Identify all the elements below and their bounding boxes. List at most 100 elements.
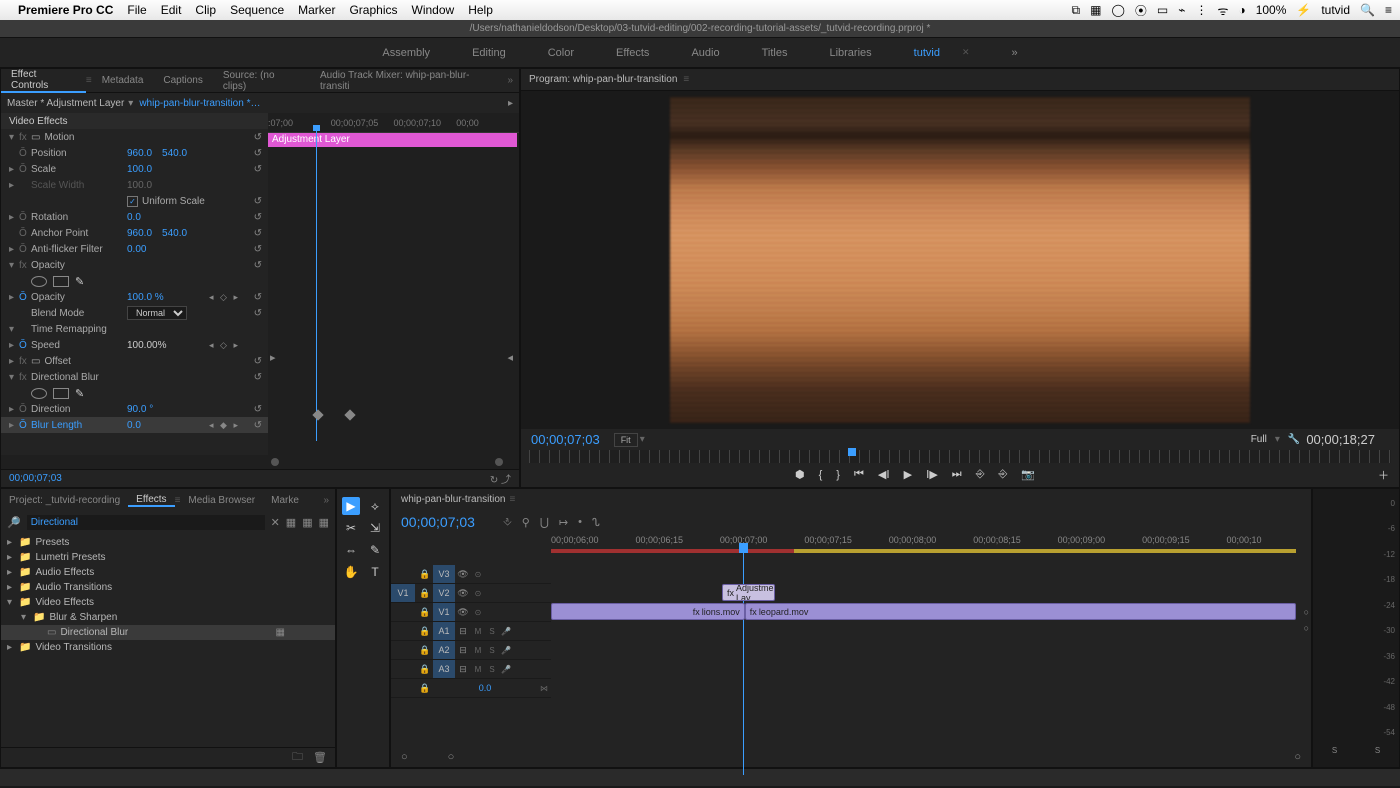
tree-presets[interactable]: ▸📁Presets — [1, 535, 335, 550]
slip-tool[interactable]: ⇔ — [342, 541, 360, 559]
track-a1[interactable]: A1 — [433, 622, 455, 640]
timeline-timecode[interactable]: 00;00;07;03 — [401, 514, 475, 530]
ws-editing[interactable]: Editing — [466, 43, 512, 63]
solo-right[interactable]: S — [1375, 746, 1380, 755]
effect-controls-timeline[interactable]: :07;00 00;00;07;05 00;00;07;10 00;00 Adj… — [268, 113, 519, 455]
status-icon[interactable]: ◯ — [1111, 3, 1124, 17]
ripple-tool[interactable]: ✂ — [342, 519, 360, 537]
motion-effect[interactable]: Motion — [44, 132, 140, 143]
bluetooth-icon[interactable]: ⋮ — [1195, 3, 1207, 17]
step-back-button[interactable]: ◀Ⅰ — [878, 468, 890, 481]
reset-icon[interactable]: ↺ — [254, 132, 262, 143]
program-tab[interactable]: Program: whip-pan-blur-transition — [529, 74, 677, 85]
wrench-icon[interactable]: ᔐ — [592, 516, 600, 529]
fx-badge-icon[interactable]: ▦ — [302, 516, 312, 529]
menu-extra-icon[interactable]: ≡ — [1385, 3, 1392, 17]
tab-captions[interactable]: Captions — [153, 75, 212, 86]
clear-search-icon[interactable]: ✕ — [271, 516, 280, 529]
tree-audio-fx[interactable]: ▸📁Audio Effects — [1, 565, 335, 580]
program-scrubber[interactable] — [529, 450, 1391, 463]
tab-metadata[interactable]: Metadata — [92, 75, 154, 86]
scroll-handle[interactable]: ○ — [1304, 623, 1309, 633]
directional-blur-effect[interactable]: Directional Blur — [31, 372, 127, 383]
track-a2[interactable]: A2 — [433, 641, 455, 659]
ws-assembly[interactable]: Assembly — [376, 43, 436, 63]
timeline-tab[interactable]: whip-pan-blur-transition — [401, 494, 506, 505]
reset-icon[interactable]: ↺ — [254, 260, 262, 271]
ws-overflow-icon[interactable]: » — [1005, 43, 1023, 63]
menu-sequence[interactable]: Sequence — [230, 3, 284, 17]
linked-sel-icon[interactable]: ⚲ — [522, 516, 530, 529]
scale-value[interactable]: 100.0 — [127, 164, 152, 175]
menu-clip[interactable]: Clip — [195, 3, 216, 17]
program-viewport[interactable] — [521, 91, 1399, 429]
battery-pct[interactable]: 100% — [1256, 3, 1287, 17]
tree-directional-blur[interactable]: ▭Directional Blur▦ — [1, 625, 335, 640]
clip-leopard[interactable]: fxleopard.mov — [745, 603, 1296, 620]
type-tool[interactable]: T — [366, 563, 384, 581]
ws-effects[interactable]: Effects — [610, 43, 655, 63]
hand-tool[interactable]: ✋ — [342, 563, 360, 581]
reset-icon[interactable]: ↺ — [254, 228, 262, 239]
tree-blur-sharpen[interactable]: ▾📁Blur & Sharpen — [1, 610, 335, 625]
opacity-value[interactable]: 100.0 % — [127, 292, 164, 303]
tree-video-trans[interactable]: ▸📁Video Transitions — [1, 640, 335, 655]
keyframe-diamond[interactable] — [344, 409, 355, 420]
keyframe-nav[interactable]: ◂ ◇ ▸ — [209, 340, 240, 351]
rect-mask-icon[interactable] — [53, 276, 69, 287]
ellipse-mask-icon[interactable] — [31, 276, 47, 287]
fx-badge-icon[interactable]: ▦ — [319, 516, 329, 529]
loop-icon[interactable]: ↻ ⤴ — [490, 471, 511, 486]
mix-value[interactable]: 0.0 — [433, 683, 537, 693]
ec-clip-bar[interactable]: Adjustment Layer — [268, 133, 517, 147]
flicker-value[interactable]: 0.00 — [127, 244, 146, 255]
zoom-handle[interactable]: ○ — [1294, 751, 1301, 763]
pen-mask-icon[interactable]: ✎ — [75, 275, 84, 288]
scroll-handle[interactable]: ○ — [1304, 607, 1309, 617]
out-point-button[interactable]: } — [836, 469, 840, 481]
src-patch-v1[interactable]: V1 — [391, 584, 415, 602]
status-icon[interactable]: ▭ — [1157, 3, 1168, 17]
zoom-handle[interactable] — [271, 458, 279, 466]
in-point-button[interactable]: { — [819, 469, 823, 481]
tab-effect-controls[interactable]: Effect Controls — [1, 69, 86, 93]
track-v3[interactable]: V3 — [433, 565, 455, 583]
extract-button[interactable]: ⎆ — [999, 468, 1008, 481]
battery-icon[interactable]: ⚡ — [1296, 3, 1311, 17]
marker-icon[interactable]: ⋃ — [540, 516, 549, 529]
tab-markers[interactable]: Marke — [263, 495, 307, 506]
reset-icon[interactable]: ↺ — [254, 420, 262, 431]
menu-file[interactable]: File — [127, 3, 146, 17]
opacity-effect[interactable]: Opacity — [31, 260, 127, 271]
tree-lumetri[interactable]: ▸📁Lumetri Presets — [1, 550, 335, 565]
app-name[interactable]: Premiere Pro CC — [18, 3, 113, 17]
rect-mask-icon[interactable] — [53, 388, 69, 399]
kf-marker-icon[interactable]: ▸ — [270, 351, 276, 364]
settings-icon[interactable]: • — [578, 516, 582, 528]
program-playhead[interactable] — [848, 448, 856, 456]
pen-tool[interactable]: ✎ — [366, 541, 384, 559]
reset-icon[interactable]: ↺ — [254, 196, 262, 207]
wifi-icon[interactable]: ᯤ — [1217, 2, 1228, 19]
pen-mask-icon[interactable]: ✎ — [75, 387, 84, 400]
ws-color[interactable]: Color — [542, 43, 580, 63]
user-name[interactable]: tutvid — [1321, 3, 1350, 17]
menu-window[interactable]: Window — [412, 3, 455, 17]
ec-timecode[interactable]: 00;00;07;03 — [9, 473, 62, 484]
reset-icon[interactable]: ↺ — [254, 212, 262, 223]
status-icon[interactable]: ⦿ — [1135, 2, 1147, 19]
tab-project[interactable]: Project: _tutvid-recording — [1, 495, 128, 506]
menu-help[interactable]: Help — [468, 3, 493, 17]
tab-audio-mixer[interactable]: Audio Track Mixer: whip-pan-blur-transit… — [310, 70, 507, 92]
keyframe-nav[interactable]: ◂ ◇ ▸ — [209, 292, 240, 303]
anchor-y[interactable]: 540.0 — [162, 228, 187, 239]
kf-marker-icon[interactable]: ◂ — [507, 351, 513, 364]
clip-lions[interactable]: fxlions.mov — [551, 603, 745, 620]
zoom-handle[interactable] — [495, 458, 503, 466]
play-only-icon[interactable]: ▸ — [508, 98, 513, 109]
program-timecode-left[interactable]: 00;00;07;03 — [531, 432, 600, 447]
status-icon[interactable]: ⧉ — [1072, 3, 1081, 18]
razor-tool[interactable]: ⇲ — [366, 519, 384, 537]
ws-audio[interactable]: Audio — [685, 43, 725, 63]
ws-close-icon[interactable]: ✕ — [956, 43, 976, 62]
